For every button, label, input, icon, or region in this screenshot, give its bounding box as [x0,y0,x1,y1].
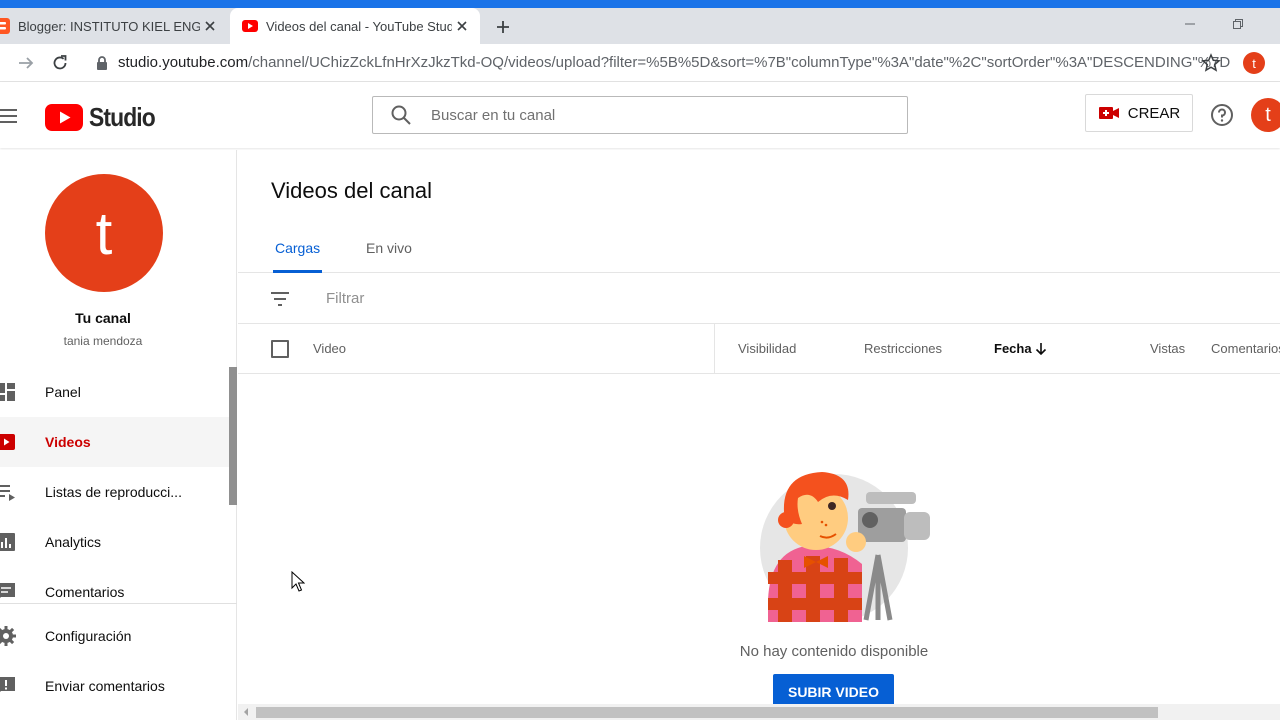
content-tabs: Cargas En vivo [238,230,1280,273]
empty-state-text: No hay contenido disponible [739,643,929,660]
page-title: Videos del canal [271,178,433,203]
new-tab-button[interactable] [490,14,516,40]
studio-header: Studio CREAR t [0,82,1280,148]
forward-arrow-icon [19,57,34,69]
empty-state-illustration [760,472,930,622]
playlists-icon [0,485,15,501]
sidebar-scrollbar[interactable] [229,367,237,505]
sidebar-item-playlists[interactable]: Listas de reproducci... [0,467,230,517]
bookmark-star-icon[interactable] [1200,52,1222,74]
column-restrictions: Restricciones [864,341,943,356]
filter-icon[interactable] [268,287,292,311]
column-date[interactable]: Fecha [994,341,1032,356]
youtube-logo-icon [45,104,83,131]
channel-username: tania mendoza [63,334,143,348]
tab-title: Videos del canal - YouTube Studio [266,18,452,34]
mouse-cursor-icon [291,571,305,592]
main-content: Videos del canal Cargas En vivo Filtrar … [238,150,1280,720]
column-visibility: Visibilidad [738,341,797,356]
logo-text: Studio [89,102,156,132]
feedback-icon [0,677,15,692]
scrollbar-thumb[interactable] [256,707,1158,718]
browser-profile-avatar[interactable]: t [1243,52,1265,74]
sidebar-item-settings[interactable]: Configuración [0,611,230,661]
scroll-left-arrow-icon[interactable] [242,708,250,716]
browser-tab-studio[interactable]: Videos del canal - YouTube Studio [230,8,480,44]
sidebar-item-analytics[interactable]: Analytics [0,517,230,567]
sidebar-item-label: Comentarios [45,584,125,600]
minimize-button[interactable] [1178,12,1202,36]
search-icon [391,105,411,125]
sidebar-item-label: Configuración [45,628,132,644]
sidebar: t Tu canal tania mendoza Panel Videos Li… [0,150,237,720]
sidebar-item-label: Videos [45,434,91,450]
horizontal-scrollbar[interactable] [238,704,1280,720]
browser-tab-bar: Blogger: INSTITUTO KIEL ENGLISH Videos d… [0,8,1280,44]
column-comments: Comentarios [1211,341,1280,356]
sidebar-item-label: Listas de reproducci... [45,484,182,500]
sidebar-item-label: Panel [45,384,81,400]
sidebar-divider [0,603,237,604]
search-input[interactable] [431,106,871,124]
analytics-icon [0,533,15,551]
create-label: CREAR [1127,104,1181,122]
close-icon[interactable] [200,16,220,36]
blogger-icon [0,18,10,34]
sidebar-item-videos[interactable]: Videos [0,417,230,467]
restore-button[interactable] [1226,12,1250,36]
filter-input[interactable]: Filtrar [326,290,364,307]
create-button[interactable]: CREAR [1085,94,1193,132]
account-avatar[interactable]: t [1251,98,1280,132]
table-header: Video Visibilidad Restricciones Fecha Vi… [238,324,1280,374]
channel-label: Tu canal [75,310,131,326]
tab-title: Blogger: INSTITUTO KIEL ENGLISH [18,18,200,34]
plus-icon [497,21,509,33]
reload-button[interactable] [48,51,72,75]
menu-icon[interactable] [0,104,20,128]
reload-icon [53,55,67,70]
browser-top-strip [0,0,1280,8]
restore-icon [1233,19,1243,29]
browser-tab-blogger[interactable]: Blogger: INSTITUTO KIEL ENGLISH [0,8,228,44]
sort-arrow-down-icon[interactable] [1033,341,1049,357]
tab-uploads[interactable]: Cargas [275,240,320,256]
settings-icon [0,626,16,646]
channel-avatar[interactable]: t [45,174,163,292]
help-icon[interactable] [1209,102,1235,128]
youtube-favicon-icon [242,20,258,32]
studio-logo[interactable]: Studio [45,102,164,133]
videos-icon [0,434,15,450]
channel-search[interactable] [372,96,908,134]
sidebar-item-feedback[interactable]: Enviar comentarios [0,661,230,711]
comments-icon [0,583,15,598]
lock-icon[interactable] [94,55,110,71]
forward-button[interactable] [14,51,38,75]
tab-live[interactable]: En vivo [366,240,412,256]
sidebar-item-panel[interactable]: Panel [0,367,230,417]
column-divider [714,324,715,374]
select-all-checkbox[interactable] [271,340,289,358]
address-bar: studio.youtube.com/channel/UChizZckLfnHr… [0,44,1280,82]
close-icon[interactable] [452,16,472,36]
sidebar-item-label: Analytics [45,534,102,550]
url-path: /channel/UChizZckLfnHrXzJkzTkd-OQ/videos… [248,54,1231,71]
url-field[interactable]: studio.youtube.com/channel/UChizZckLfnHr… [118,54,1230,71]
url-host: studio.youtube.com [118,54,249,71]
dashboard-icon [0,383,15,401]
sidebar-item-label: Enviar comentarios [45,678,165,694]
create-video-icon [1098,107,1119,119]
minimize-icon [1185,23,1195,25]
filter-bar[interactable]: Filtrar [238,273,1280,324]
column-views: Vistas [1150,341,1186,356]
column-video: Video [313,341,347,356]
sidebar-item-comments[interactable]: Comentarios [0,567,230,617]
